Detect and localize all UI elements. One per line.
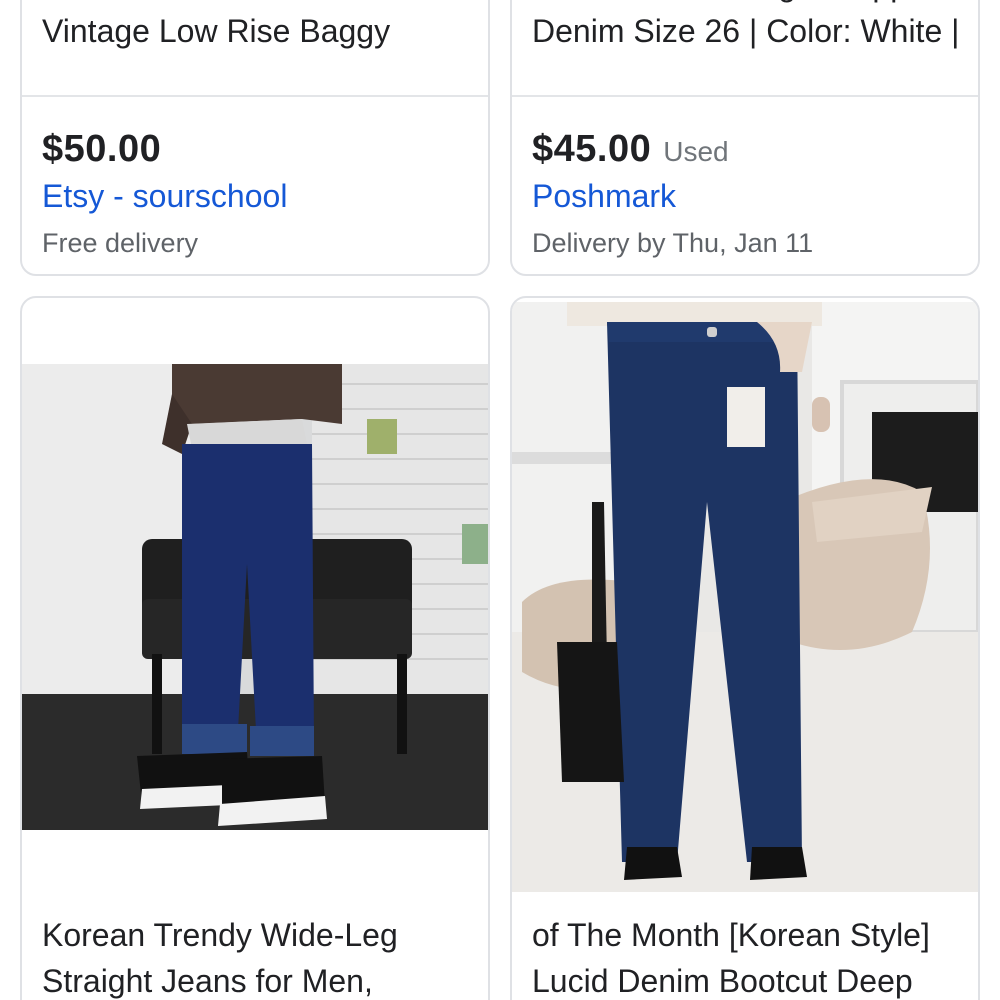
seller-link[interactable]: Etsy - sourschool	[42, 178, 287, 215]
product-title[interactable]: Fashion Streetwear Korean Vintage Low Ri…	[42, 0, 468, 54]
shopping-results-grid: Fashion Streetwear Korean Vintage Low Ri…	[0, 0, 1000, 1000]
delivery-info: Delivery by Thu, Jan 11	[532, 228, 814, 258]
product-title-line: Vintage Low Rise Baggy	[42, 13, 391, 49]
product-title-line: Korean Trendy Wide-Leg	[42, 917, 398, 953]
product-title-line: Fashion Streetwear Korean	[42, 0, 468, 8]
product-card[interactable]: of The Month [Korean Style] Lucid Denim …	[510, 296, 980, 1000]
delivery-info: Free delivery	[42, 228, 199, 258]
product-title-line: Rise 12" Wide Legs Cropped	[532, 0, 958, 8]
divider	[512, 95, 978, 97]
product-card[interactable]: Rise 12" Wide Legs Cropped Denim Size 26…	[510, 0, 980, 276]
divider	[22, 95, 488, 97]
product-price: $50.00	[42, 128, 162, 170]
seller-link[interactable]: Poshmark	[532, 178, 676, 215]
product-title-line: of The Month [Korean Style]	[532, 917, 930, 953]
product-title-line: Lucid Denim Bootcut Deep	[532, 963, 913, 999]
product-title[interactable]: Rise 12" Wide Legs Cropped Denim Size 26…	[532, 0, 958, 54]
price-row: $45.00 Used	[532, 128, 729, 171]
product-card[interactable]: Fashion Streetwear Korean Vintage Low Ri…	[20, 0, 490, 276]
jeans-photo	[512, 302, 978, 892]
condition-label: Used	[663, 136, 729, 167]
jeans-photo	[22, 364, 488, 830]
product-title-line: Straight Jeans for Men,	[42, 963, 373, 999]
product-image[interactable]	[512, 302, 978, 892]
price-row: $50.00	[42, 128, 161, 171]
product-title-line: Denim Size 26 | Color: White |	[532, 13, 958, 49]
product-price: $45.00	[532, 128, 652, 170]
product-card[interactable]: Korean Trendy Wide-Leg Straight Jeans fo…	[20, 296, 490, 1000]
product-title[interactable]: of The Month [Korean Style] Lucid Denim …	[532, 912, 962, 1000]
product-image[interactable]	[22, 364, 488, 830]
product-title[interactable]: Korean Trendy Wide-Leg Straight Jeans fo…	[42, 912, 472, 1000]
